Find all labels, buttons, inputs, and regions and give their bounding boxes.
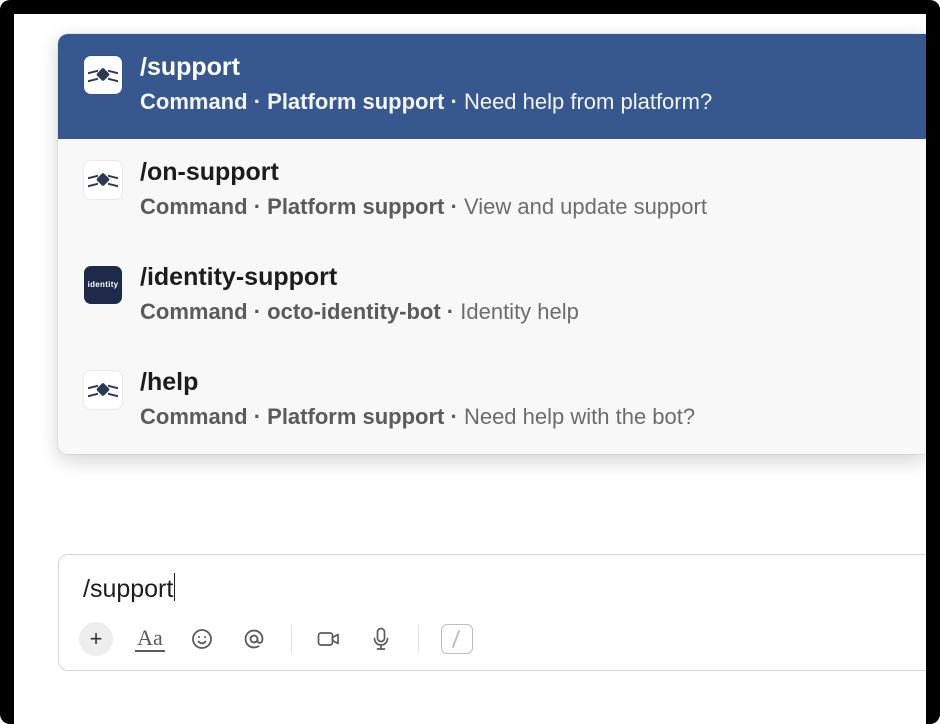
shortcut-button[interactable]: [441, 624, 473, 654]
autocomplete-command: /on-support: [140, 157, 707, 188]
format-button[interactable]: Aa: [135, 626, 165, 652]
autocomplete-item-help[interactable]: /help Command · Platform support · Need …: [58, 349, 926, 454]
audio-button[interactable]: [366, 624, 396, 654]
message-input[interactable]: /support: [81, 571, 904, 618]
autocomplete-item-on-support[interactable]: /on-support Command · Platform support ·…: [58, 139, 926, 244]
app-wings-icon: [84, 371, 122, 409]
autocomplete-meta: Command · Platform support · Need help f…: [140, 87, 712, 117]
autocomplete-command: /support: [140, 52, 712, 83]
autocomplete-command: /identity-support: [140, 262, 579, 293]
emoji-button[interactable]: [187, 624, 217, 654]
attach-button[interactable]: +: [79, 622, 113, 656]
autocomplete-item-identity-support[interactable]: identity /identity-support Command · oct…: [58, 244, 926, 349]
app-wings-icon: [84, 161, 122, 199]
command-autocomplete-dropdown: /support Command · Platform support · Ne…: [58, 34, 926, 454]
app-wings-icon: [84, 56, 122, 94]
autocomplete-meta: Command · Platform support · View and up…: [140, 192, 707, 222]
toolbar-separator: [291, 625, 292, 653]
text-caret: [174, 573, 175, 601]
composer-toolbar: + Aa: [81, 618, 904, 656]
toolbar-separator: [418, 625, 419, 653]
autocomplete-meta: Command · octo-identity-bot · Identity h…: [140, 297, 579, 327]
video-button[interactable]: [314, 624, 344, 654]
mention-button[interactable]: [239, 624, 269, 654]
app-identity-icon: identity: [84, 266, 122, 304]
autocomplete-command: /help: [140, 367, 695, 398]
autocomplete-item-support[interactable]: /support Command · Platform support · Ne…: [58, 34, 926, 139]
autocomplete-meta: Command · Platform support · Need help w…: [140, 402, 695, 432]
message-composer: /support + Aa: [58, 554, 926, 671]
